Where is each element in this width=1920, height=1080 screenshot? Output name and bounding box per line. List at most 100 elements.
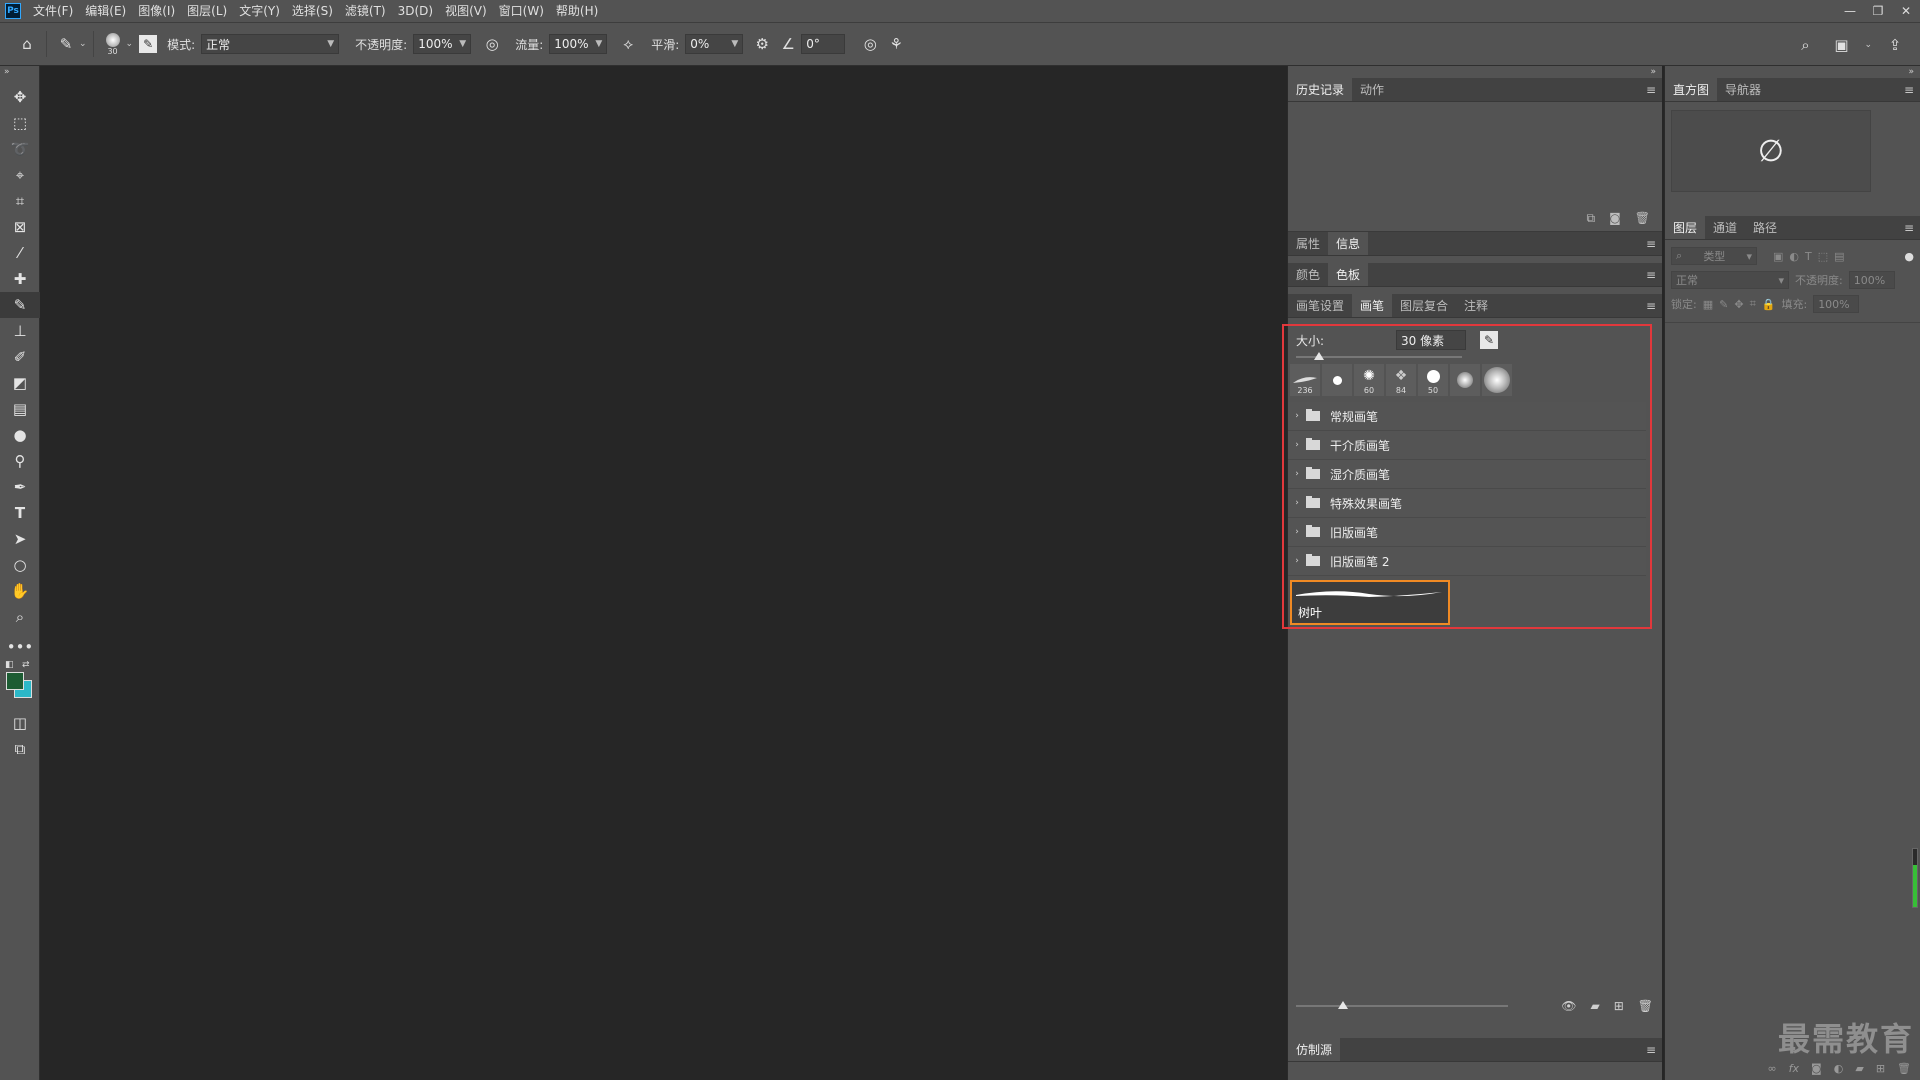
document-canvas-area[interactable] — [41, 66, 1286, 1080]
panel-menu-icon[interactable]: ≡ — [1646, 1038, 1656, 1062]
filter-toggle-icon[interactable]: ● — [1904, 250, 1914, 263]
eraser-tool-icon[interactable]: ◩ — [0, 370, 40, 396]
flow-field[interactable]: 100% ▼ — [549, 34, 608, 54]
menu-help[interactable]: 帮助(H) — [550, 0, 604, 22]
swap-colors-icon[interactable]: ⇄ — [22, 660, 30, 670]
recent-brush-5[interactable]: 50 — [1418, 364, 1448, 396]
chevron-down-icon[interactable]: ⌄ — [79, 39, 87, 49]
tab-history[interactable]: 历史记录 — [1288, 78, 1353, 101]
panel-menu-icon[interactable]: ≡ — [1904, 78, 1914, 102]
shape-filter-icon[interactable]: ⬚ — [1818, 250, 1828, 263]
crop-tool-icon[interactable]: ⌗ — [0, 188, 40, 214]
brush-preset-leaves[interactable]: 树叶 — [1290, 580, 1450, 625]
menu-window[interactable]: 窗口(W) — [493, 0, 550, 22]
menu-3d[interactable]: 3D(D) — [392, 0, 439, 22]
preview-size-slider[interactable] — [1296, 1005, 1508, 1007]
tab-brush-settings[interactable]: 画笔设置 — [1288, 294, 1352, 317]
layer-opacity-field[interactable]: 100% — [1848, 271, 1895, 289]
menu-filter[interactable]: 滤镜(T) — [339, 0, 392, 22]
tab-color[interactable]: 颜色 — [1288, 263, 1328, 286]
chevron-down-icon[interactable]: ⌄ — [126, 39, 134, 49]
collapse-icon[interactable]: » — [1288, 66, 1662, 78]
gear-icon[interactable]: ⚙ — [749, 31, 775, 57]
brush-settings-icon[interactable]: ✎ — [1480, 331, 1498, 349]
tab-info[interactable]: 信息 — [1328, 232, 1369, 255]
gradient-tool-icon[interactable]: ▤ — [0, 396, 40, 422]
fx-icon[interactable]: fx — [1789, 1062, 1799, 1075]
foreground-color-swatch[interactable] — [6, 672, 24, 690]
panel-menu-icon[interactable]: ≡ — [1904, 216, 1914, 240]
type-tool-icon[interactable]: T — [0, 500, 40, 526]
new-document-icon[interactable]: ⧉ — [1587, 211, 1596, 226]
path-select-tool-icon[interactable]: ➤ — [0, 526, 40, 552]
screen-mode-icon[interactable]: ⧉ — [0, 736, 40, 762]
healing-brush-tool-icon[interactable]: ✚ — [0, 266, 40, 292]
restore-icon[interactable]: ❐ — [1864, 0, 1892, 22]
preview-size-handle[interactable] — [1338, 1001, 1348, 1009]
recent-brush-1[interactable]: 236 — [1290, 364, 1320, 396]
brush-folder-legacy-2[interactable]: › 旧版画笔 2 — [1288, 547, 1646, 576]
home-icon[interactable]: ⌂ — [14, 31, 40, 57]
new-brush-icon[interactable]: ⊞ — [1614, 999, 1624, 1013]
smoothing-field[interactable]: 0% ▼ — [685, 34, 744, 54]
marquee-tool-icon[interactable]: ⬚ — [0, 110, 40, 136]
menu-layer[interactable]: 图层(L) — [181, 0, 233, 22]
brush-folder-wet-media[interactable]: › 湿介质画笔 — [1288, 460, 1646, 489]
trash-icon[interactable]: 🗑 — [1897, 1062, 1911, 1075]
workspace-icon[interactable]: ▣ — [1828, 32, 1854, 58]
clone-stamp-tool-icon[interactable]: ⊥ — [0, 318, 40, 344]
menu-file[interactable]: 文件(F) — [27, 0, 79, 22]
opacity-field[interactable]: 100% ▼ — [413, 34, 472, 54]
panel-menu-icon[interactable]: ≡ — [1646, 263, 1656, 287]
history-brush-tool-icon[interactable]: ✐ — [0, 344, 40, 370]
brush-tool-preset-icon[interactable]: ✎ — [53, 31, 79, 57]
quick-select-tool-icon[interactable]: ⌖ — [0, 162, 40, 188]
airbrush-icon[interactable]: ⟡ — [615, 31, 641, 57]
pen-tool-icon[interactable]: ✒ — [0, 474, 40, 500]
adjustment-filter-icon[interactable]: ◐ — [1789, 250, 1799, 263]
lock-artboard-icon[interactable]: ⌗ — [1750, 297, 1756, 311]
new-folder-icon[interactable]: ▰ — [1590, 999, 1599, 1013]
blur-tool-icon[interactable]: ● — [0, 422, 40, 448]
tab-channels[interactable]: 通道 — [1705, 216, 1745, 239]
layer-filter-select[interactable]: ⌕ 类型 ▾ — [1671, 247, 1757, 265]
tab-layers[interactable]: 图层 — [1665, 216, 1706, 239]
lock-pixels-icon[interactable]: ✎ — [1719, 298, 1728, 311]
tab-swatches[interactable]: 色板 — [1328, 263, 1369, 286]
panel-menu-icon[interactable]: ≡ — [1646, 294, 1656, 318]
brush-folder-legacy[interactable]: › 旧版画笔 — [1288, 518, 1646, 547]
size-input[interactable]: 30 像素 — [1396, 330, 1466, 350]
trash-icon[interactable]: 🗑 — [1638, 999, 1653, 1013]
blend-mode-select[interactable]: 正常 ▾ — [1671, 271, 1789, 289]
brush-settings-toggle-icon[interactable]: ✎ — [139, 35, 158, 53]
share-icon[interactable]: ⇪ — [1882, 32, 1908, 58]
tab-layer-comps[interactable]: 图层复合 — [1392, 294, 1456, 317]
eye-icon[interactable]: 👁 — [1561, 999, 1576, 1013]
camera-icon[interactable]: ◙ — [1609, 211, 1621, 225]
type-filter-icon[interactable]: T — [1805, 250, 1812, 263]
quick-mask-icon[interactable]: ◫ — [0, 710, 40, 736]
panel-menu-icon[interactable]: ≡ — [1646, 78, 1656, 102]
recent-brush-2[interactable] — [1322, 364, 1352, 396]
angle-field[interactable]: 0° — [801, 34, 846, 54]
brush-preset-picker[interactable]: 30 — [100, 27, 126, 61]
menu-view[interactable]: 视图(V) — [439, 0, 493, 22]
new-layer-icon[interactable]: ⊞ — [1876, 1062, 1885, 1075]
lock-transparency-icon[interactable]: ▦ — [1703, 298, 1713, 311]
default-colors-icon[interactable]: ◧ — [5, 660, 14, 670]
recent-brush-3[interactable]: ✺ 60 — [1354, 364, 1384, 396]
hand-tool-icon[interactable]: ✋ — [0, 578, 40, 604]
lock-all-icon[interactable]: 🔒 — [1762, 298, 1776, 311]
brush-folder-general[interactable]: › 常规画笔 — [1288, 402, 1646, 431]
close-icon[interactable]: ✕ — [1892, 0, 1920, 22]
recent-brush-4[interactable]: ❖ 84 — [1386, 364, 1416, 396]
chevron-down-icon[interactable]: ⌄ — [1864, 40, 1872, 50]
pressure-size-icon[interactable]: ◎ — [857, 31, 883, 57]
tab-brushes[interactable]: 画笔 — [1352, 294, 1393, 317]
tab-actions[interactable]: 动作 — [1352, 78, 1392, 101]
ellipse-tool-icon[interactable]: ○ — [0, 552, 40, 578]
recent-brush-6[interactable] — [1450, 364, 1480, 396]
frame-tool-icon[interactable]: ⊠ — [0, 214, 40, 240]
search-icon[interactable]: ⌕ — [1792, 32, 1818, 58]
brush-tool-icon[interactable]: ✎ — [0, 292, 40, 318]
